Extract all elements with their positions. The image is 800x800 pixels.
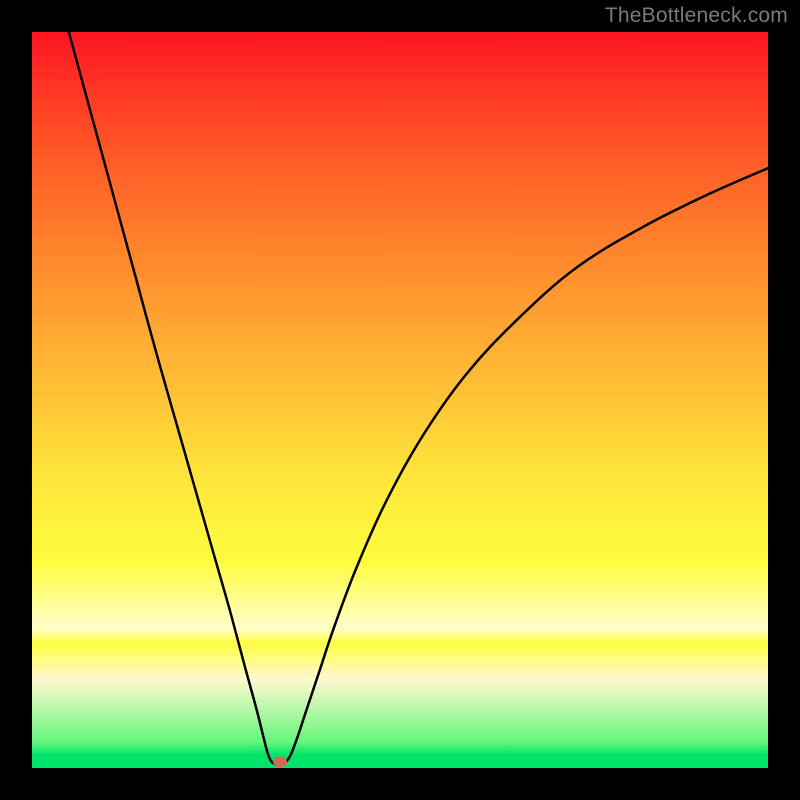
curve-svg bbox=[32, 32, 768, 768]
chart-frame: TheBottleneck.com bbox=[0, 0, 800, 800]
watermark-text: TheBottleneck.com bbox=[605, 4, 788, 28]
minimum-marker bbox=[273, 757, 287, 768]
bottleneck-curve bbox=[69, 32, 768, 765]
plot-area bbox=[32, 32, 768, 768]
